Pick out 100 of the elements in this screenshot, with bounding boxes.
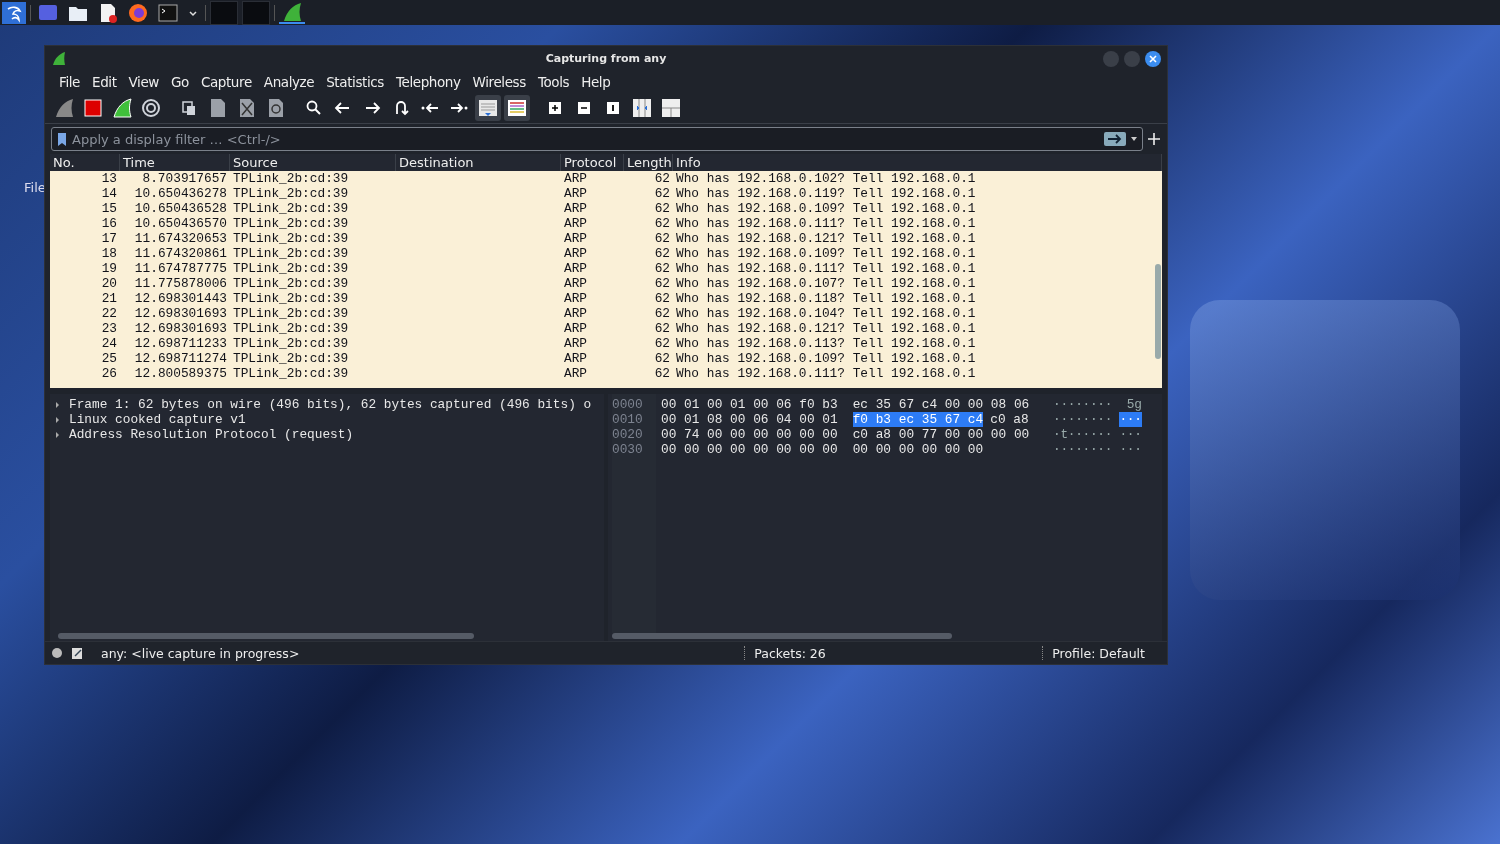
workspace-thumbnail[interactable] <box>210 0 238 25</box>
menu-item[interactable]: Statistics <box>320 71 390 93</box>
desktop-icon-label[interactable]: File <box>24 180 46 195</box>
display-filter-bar[interactable]: Apply a display filter … <Ctrl-/> <box>51 127 1143 151</box>
menu-item[interactable]: Wireless <box>466 71 532 93</box>
menu-item[interactable]: Analyze <box>257 71 321 93</box>
expand-arrow-icon[interactable] <box>53 400 61 409</box>
columns-icon <box>631 97 653 119</box>
table-cell-text: 62 <box>653 246 671 261</box>
bookmark-icon <box>56 131 68 147</box>
table-cell-text: 12.698301443 <box>133 291 228 306</box>
grid-icon <box>660 97 682 119</box>
capture-status: any: <live capture in progress> <box>101 645 300 661</box>
table-cell-text: ARP <box>563 276 589 291</box>
table-cell-text: 20 <box>100 276 118 291</box>
close-button[interactable] <box>1145 50 1161 67</box>
close-icon <box>1148 53 1158 64</box>
table-cell-text: ARP <box>563 231 589 246</box>
table-cell-text: 13 <box>100 171 118 186</box>
scrollbar-thumb[interactable] <box>58 633 474 639</box>
filter-dropdown-button[interactable] <box>1130 135 1138 143</box>
launcher-button[interactable] <box>2 1 26 24</box>
plus-icon <box>1147 132 1161 146</box>
column-header[interactable]: No. <box>50 154 120 171</box>
menu-item[interactable]: Go <box>165 71 195 93</box>
menu-item[interactable]: View <box>122 71 165 93</box>
hex-bytes: c0 a8 <box>990 412 1029 427</box>
globe-icon <box>127 1 149 24</box>
table-cell-text: 62 <box>653 306 671 321</box>
table-cell-text: 8.703917657 <box>141 171 228 186</box>
column-header[interactable]: Length <box>624 154 673 171</box>
menu-item[interactable]: Tools <box>531 71 576 93</box>
expand-arrow-icon[interactable] <box>53 415 61 424</box>
table-cell-text: TPLink_2b:cd:39 <box>232 186 350 201</box>
table-cell-text: 62 <box>653 351 671 366</box>
table-cell-text: 62 <box>653 336 671 351</box>
table-cell-text: TPLink_2b:cd:39 <box>232 276 350 291</box>
table-cell-text: ARP <box>563 321 589 336</box>
ascii-text: ········ ··· <box>1053 442 1142 457</box>
table-cell-text: 11.775878006 <box>133 276 228 291</box>
taskbar-terminal-button[interactable] <box>155 1 181 24</box>
column-header[interactable]: Protocol <box>561 154 624 171</box>
table-cell-text: Who has 192.168.0.107? Tell 192.168.0.1 <box>675 276 977 291</box>
table-cell-text: Who has 192.168.0.109? Tell 192.168.0.1 <box>675 351 977 366</box>
ascii-text: ········ <box>1053 412 1114 427</box>
table-cell-text: TPLink_2b:cd:39 <box>232 246 350 261</box>
table-cell-text: 14 <box>100 186 118 201</box>
taskbar-app-button[interactable] <box>279 1 305 24</box>
scrollbar-thumb[interactable] <box>1155 264 1161 359</box>
table-cell-text: ARP <box>563 366 589 381</box>
workspace-thumbnail[interactable] <box>242 0 270 25</box>
table-cell-text: TPLink_2b:cd:39 <box>232 201 350 216</box>
add-filter-button[interactable] <box>1147 132 1161 146</box>
fin-icon <box>281 0 303 23</box>
table-cell-text: Who has 192.168.0.121? Tell 192.168.0.1 <box>675 231 977 246</box>
menu-item[interactable]: Telephony <box>389 71 467 93</box>
table-cell-text: 62 <box>653 186 671 201</box>
byte-offset: 0000 <box>611 397 644 412</box>
column-header[interactable]: Source <box>230 154 396 171</box>
column-header[interactable]: Info <box>673 154 1162 171</box>
table-cell-text: 21 <box>100 291 118 306</box>
hex-bytes: 00 00 00 00 00 00 <box>852 442 984 457</box>
table-cell-text: Who has 192.168.0.118? Tell 192.168.0.1 <box>675 291 977 306</box>
column-header[interactable]: Destination <box>396 154 561 171</box>
table-cell-text: Who has 192.168.0.102? Tell 192.168.0.1 <box>675 171 977 186</box>
tree-item[interactable]: Frame 1: 62 bytes on wire (496 bits), 62 bytes captured (496 bits) o <box>64 397 592 412</box>
table-cell-text: ARP <box>563 291 589 306</box>
table-cell-text: ARP <box>563 351 589 366</box>
colorize-button[interactable] <box>504 95 530 121</box>
menu-item[interactable]: Capture <box>194 71 258 93</box>
display-filter-field[interactable]: Apply a display filter … <Ctrl-/> <box>72 131 1100 147</box>
table-cell-text: TPLink_2b:cd:39 <box>232 321 350 336</box>
fin-icon <box>111 97 133 119</box>
tree-item[interactable]: Linux cooked capture v1 <box>64 412 246 427</box>
table-cell-text: 62 <box>653 291 671 306</box>
table-cell-text: 10.650436278 <box>133 186 228 201</box>
byte-offset: 0020 <box>611 427 644 442</box>
table-cell-text: 12.800589375 <box>133 366 228 381</box>
column-header[interactable]: Time <box>120 154 230 171</box>
apply-filter-button[interactable] <box>1104 132 1126 146</box>
table-cell-text: 22 <box>100 306 118 321</box>
edit-note-icon <box>71 646 83 660</box>
menu-item[interactable]: Help <box>575 71 617 93</box>
table-cell-text: Who has 192.168.0.119? Tell 192.168.0.1 <box>675 186 977 201</box>
profile-label: Profile: Default <box>1052 645 1145 661</box>
scrollbar-thumb[interactable] <box>612 633 952 639</box>
table-cell-text: Who has 192.168.0.104? Tell 192.168.0.1 <box>675 306 977 321</box>
gear-icon <box>140 97 162 119</box>
menu-item[interactable]: File <box>53 71 86 93</box>
table-cell-text: ARP <box>563 336 589 351</box>
table-cell-text: ARP <box>563 186 589 201</box>
menu-item[interactable]: Edit <box>86 71 123 93</box>
tree-item[interactable]: Address Resolution Protocol (request) <box>64 427 354 442</box>
table-cell-text: 18 <box>100 246 118 261</box>
table-cell-text: 17 <box>100 231 118 246</box>
table-cell-text: Who has 192.168.0.109? Tell 192.168.0.1 <box>675 201 977 216</box>
auto-scroll-button[interactable] <box>475 95 501 121</box>
expand-arrow-icon[interactable] <box>53 430 61 439</box>
table-cell-text: 62 <box>653 276 671 291</box>
table-cell-text: TPLink_2b:cd:39 <box>232 231 350 246</box>
